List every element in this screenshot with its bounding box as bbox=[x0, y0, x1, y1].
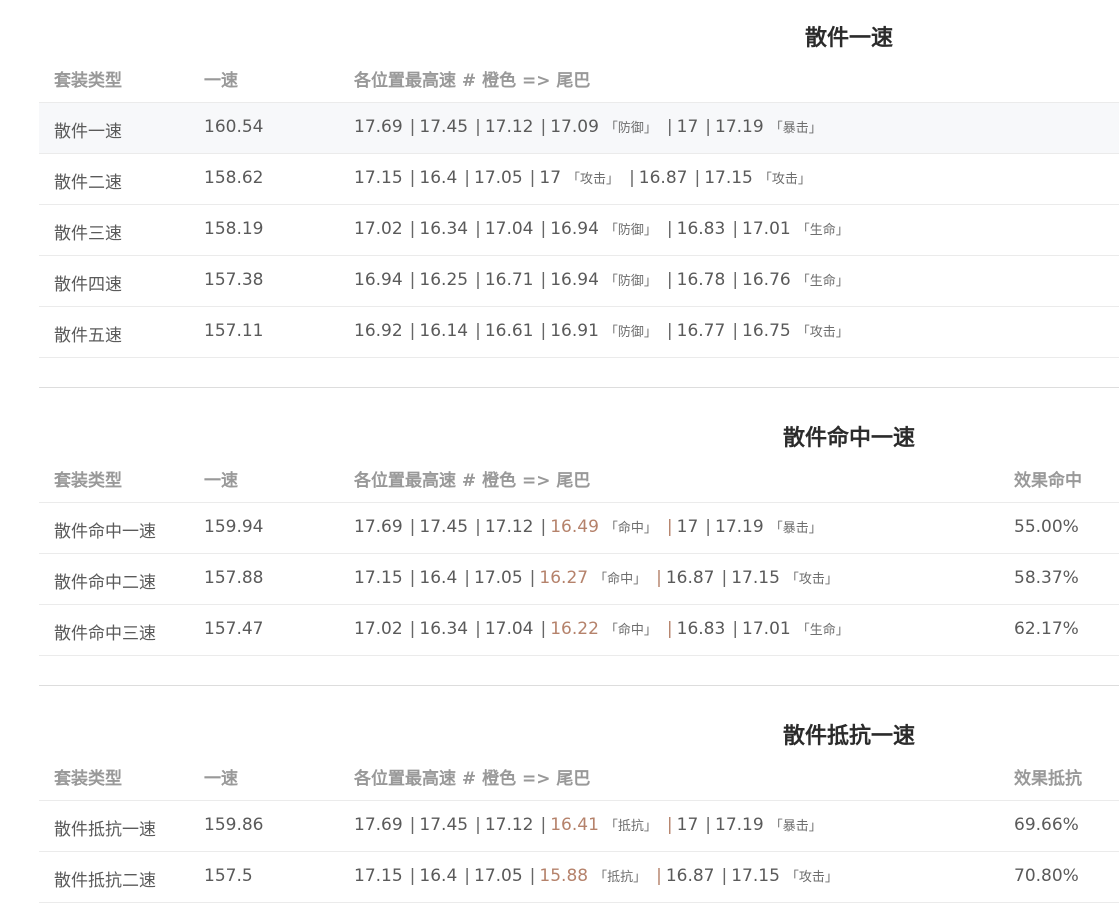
cell-effect: 69.66% bbox=[1014, 815, 1079, 835]
section-title: 散件一速 bbox=[804, 26, 893, 51]
cell-speed: 157.88 bbox=[204, 568, 264, 588]
table-row[interactable]: 散件抵抗二速 157.5 17.15 | 16.4 | 17.05 | 15.88 「抵抗」 |… bbox=[39, 852, 1119, 903]
cell-positions: 16.92 | 16.14 | 16.61 | 16.91 「防御」 | 16.77 | 16.75 「… bbox=[354, 321, 849, 341]
cell-positions: 17.15 | 16.4 | 17.05 | 15.88 「抵抗」 | 16.87 | 17.15 「攻… bbox=[354, 866, 838, 886]
table-header: 套装类型 一速 各位置最高速 # 橙色 => 尾巴 bbox=[39, 52, 1119, 103]
cell-type: 散件四速 bbox=[54, 275, 122, 295]
cell-positions: 16.94 | 16.25 | 16.71 | 16.94 「防御」 | 16.78 | 16.76 「… bbox=[354, 270, 849, 290]
section-title: 散件抵抗一速 bbox=[782, 724, 915, 749]
table-row[interactable]: 散件二速 158.62 17.15 | 16.4 | 17.05 | 17 「攻击」 | 16.8… bbox=[39, 154, 1119, 205]
cell-type: 散件五速 bbox=[54, 326, 122, 346]
cell-positions: 17.15 | 16.4 | 17.05 | 17 「攻击」 | 16.87 | 17.15 「攻击」 bbox=[354, 168, 811, 188]
header-effect-resist: 效果抵抗 bbox=[1014, 769, 1082, 789]
cell-effect: 58.37% bbox=[1014, 568, 1079, 588]
cell-type: 散件命中三速 bbox=[54, 624, 156, 644]
cell-type: 散件命中二速 bbox=[54, 573, 156, 593]
cell-type: 散件抵抗二速 bbox=[54, 871, 156, 891]
header-positions: 各位置最高速 # 橙色 => 尾巴 bbox=[354, 71, 591, 91]
header-speed: 一速 bbox=[204, 769, 238, 789]
cell-type: 散件二速 bbox=[54, 173, 122, 193]
cell-effect: 70.80% bbox=[1014, 866, 1079, 886]
table-row[interactable]: 散件命中二速 157.88 17.15 | 16.4 | 17.05 | 16.27 「命中」… bbox=[39, 554, 1119, 605]
section-divider bbox=[39, 387, 1119, 388]
table-section-1: 散件一速 套装类型 一速 各位置最高速 # 橙色 => 尾巴 散件一速 160.… bbox=[39, 0, 1119, 360]
tail-speed: 16.49 bbox=[550, 517, 599, 537]
table-section-3: 散件抵抗一速 套装类型 一速 各位置最高速 # 橙色 => 尾巴 效果抵抗 散件… bbox=[39, 698, 1119, 910]
cell-positions: 17.69 | 17.45 | 17.12 | 17.09 「防御」 | 17 | 17.19 「暴击」 bbox=[354, 117, 822, 137]
table-section-2: 散件命中一速 套装类型 一速 各位置最高速 # 橙色 => 尾巴 效果命中 散件… bbox=[39, 400, 1119, 660]
cell-effect: 62.17% bbox=[1014, 619, 1079, 639]
cell-type: 散件命中一速 bbox=[54, 522, 156, 542]
cell-type: 散件一速 bbox=[54, 122, 122, 142]
table-header: 套装类型 一速 各位置最高速 # 橙色 => 尾巴 效果命中 bbox=[39, 452, 1119, 503]
tail-speed: 15.88 bbox=[539, 866, 589, 886]
header-type: 套装类型 bbox=[54, 471, 122, 491]
header-speed: 一速 bbox=[204, 71, 238, 91]
cell-positions: 17.69 | 17.45 | 17.12 | 16.41 「抵抗」 | 17 | 17.19 「暴击」 bbox=[354, 815, 822, 835]
tail-speed: 16.27 bbox=[539, 568, 589, 588]
table-row[interactable]: 散件命中三速 157.47 17.02 | 16.34 | 17.04 | 16.22 「命中… bbox=[39, 605, 1119, 656]
header-type: 套装类型 bbox=[54, 71, 122, 91]
header-speed: 一速 bbox=[204, 471, 238, 491]
table-row[interactable]: 散件五速 157.11 16.92 | 16.14 | 16.61 | 16.91 「防御」 |… bbox=[39, 307, 1119, 358]
cell-speed: 157.38 bbox=[204, 270, 264, 290]
cell-speed: 157.11 bbox=[204, 321, 264, 341]
header-type: 套装类型 bbox=[54, 769, 122, 789]
tail-speed: 16.22 bbox=[550, 619, 599, 639]
table-row[interactable]: 散件四速 157.38 16.94 | 16.25 | 16.71 | 16.94 「防御」 |… bbox=[39, 256, 1119, 307]
cell-speed: 159.86 bbox=[204, 815, 264, 835]
cell-speed: 158.19 bbox=[204, 219, 264, 239]
table-row[interactable]: 散件一速 160.54 17.69 | 17.45 | 17.12 | 17.09 「防御」 |… bbox=[39, 103, 1119, 154]
cell-speed: 159.94 bbox=[204, 517, 264, 537]
cell-effect: 55.00% bbox=[1014, 517, 1079, 537]
table-row[interactable]: 散件三速 158.19 17.02 | 16.34 | 17.04 | 16.94 「防御」 |… bbox=[39, 205, 1119, 256]
section-divider bbox=[39, 685, 1119, 686]
cell-positions: 17.02 | 16.34 | 17.04 | 16.22 「命中」 | 16.83 | 17.01 「… bbox=[354, 619, 849, 639]
header-positions: 各位置最高速 # 橙色 => 尾巴 bbox=[354, 769, 591, 789]
tail-speed: 16.41 bbox=[550, 815, 599, 835]
cell-speed: 157.47 bbox=[204, 619, 264, 639]
table-row[interactable]: 散件抵抗一速 159.86 17.69 | 17.45 | 17.12 | 16.41 「抵抗… bbox=[39, 801, 1119, 852]
table-header: 套装类型 一速 各位置最高速 # 橙色 => 尾巴 效果抵抗 bbox=[39, 750, 1119, 801]
table-row[interactable]: 散件命中一速 159.94 17.69 | 17.45 | 17.12 | 16.49 「命中… bbox=[39, 503, 1119, 554]
cell-speed: 157.5 bbox=[204, 866, 253, 886]
cell-speed: 158.62 bbox=[204, 168, 264, 188]
cell-type: 散件抵抗一速 bbox=[54, 820, 156, 840]
cell-type: 散件三速 bbox=[54, 224, 122, 244]
cell-speed: 160.54 bbox=[204, 117, 264, 137]
header-positions: 各位置最高速 # 橙色 => 尾巴 bbox=[354, 471, 591, 491]
cell-positions: 17.69 | 17.45 | 17.12 | 16.49 「命中」 | 17 | 17.19 「暴击」 bbox=[354, 517, 822, 537]
cell-positions: 17.15 | 16.4 | 17.05 | 16.27 「命中」 | 16.87 | 17.15 「攻… bbox=[354, 568, 838, 588]
cell-positions: 17.02 | 16.34 | 17.04 | 16.94 「防御」 | 16.83 | 17.01 「… bbox=[354, 219, 849, 239]
header-effect-hit: 效果命中 bbox=[1014, 471, 1082, 491]
section-title: 散件命中一速 bbox=[782, 426, 915, 451]
